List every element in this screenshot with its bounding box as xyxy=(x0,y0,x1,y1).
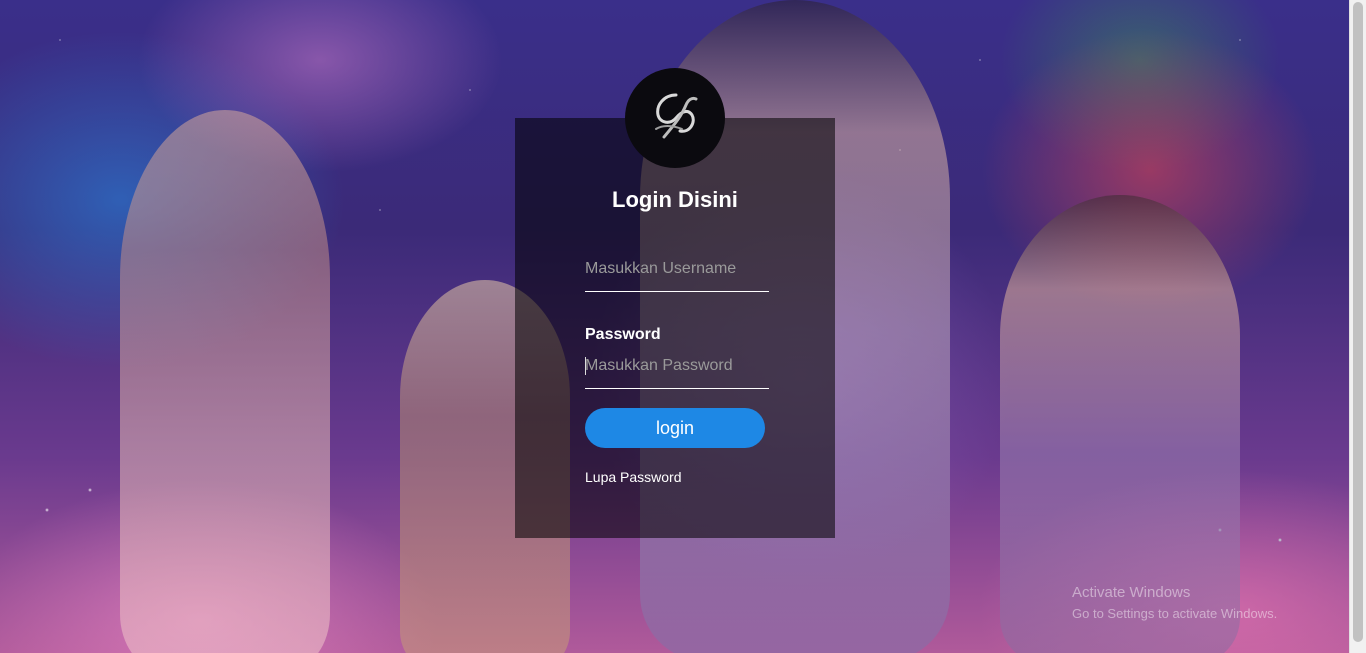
background-figure xyxy=(120,110,330,653)
text-caret xyxy=(585,357,586,375)
forgot-password-link[interactable]: Lupa Password xyxy=(585,469,682,485)
login-button[interactable]: login xyxy=(585,408,765,448)
password-field-wrapper xyxy=(585,353,769,389)
activate-windows-watermark: Activate Windows Go to Settings to activ… xyxy=(1072,582,1277,624)
login-panel: Login Disini Password login Lupa Passwor… xyxy=(515,68,835,538)
username-field-wrapper xyxy=(585,256,769,292)
password-label: Password xyxy=(585,326,661,343)
scrollbar-thumb[interactable] xyxy=(1353,2,1363,642)
vertical-scrollbar[interactable] xyxy=(1349,0,1366,653)
watermark-subtitle: Go to Settings to activate Windows. xyxy=(1072,606,1278,621)
watermark-title: Activate Windows xyxy=(1072,584,1191,601)
username-input[interactable] xyxy=(585,256,769,292)
ae-logo-icon xyxy=(625,68,725,168)
login-title: Login Disini xyxy=(612,187,738,212)
login-page: Login Disini Password login Lupa Passwor… xyxy=(0,0,1366,653)
ae-logo-glyph xyxy=(655,93,698,139)
password-input[interactable] xyxy=(585,353,769,389)
